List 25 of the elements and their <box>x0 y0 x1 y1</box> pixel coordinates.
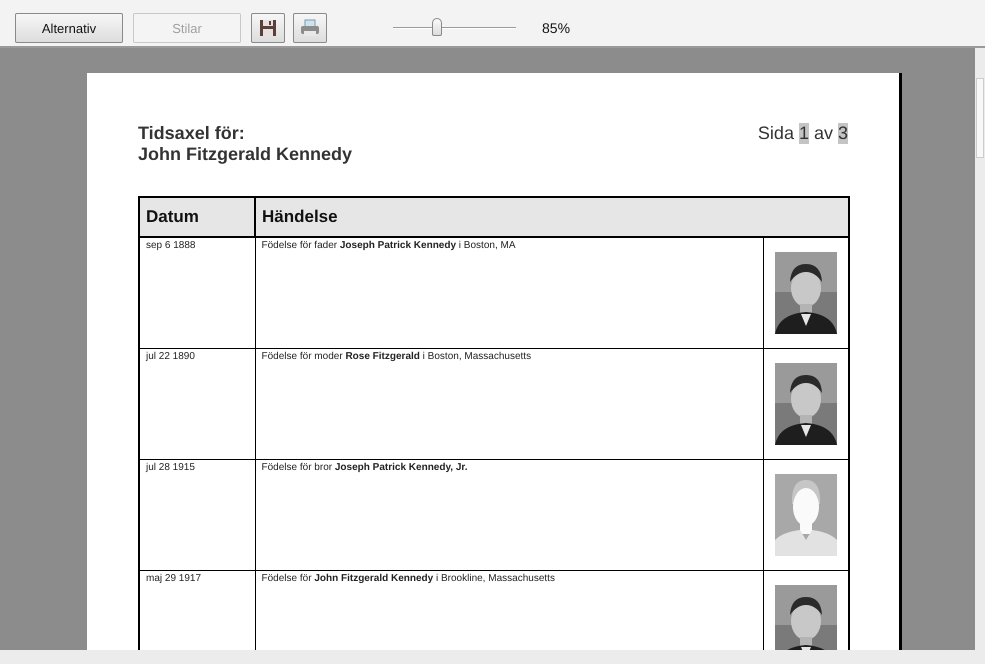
date-cell: sep 6 1888 <box>139 237 255 348</box>
scrollbar-thumb[interactable] <box>976 78 984 158</box>
print-button[interactable] <box>293 13 327 43</box>
page-of-label: av <box>814 123 833 144</box>
horizontal-scrollbar[interactable] <box>0 650 985 664</box>
zoom-value: 85% <box>542 20 570 36</box>
page-label: Sida <box>758 123 794 144</box>
column-header: Datum <box>139 197 255 237</box>
date-cell: jul 22 1890 <box>139 348 255 460</box>
vertical-scrollbar[interactable] <box>975 48 985 650</box>
date-cell: jul 28 1915 <box>139 460 255 570</box>
person-name: John Fitzgerald Kennedy <box>138 144 352 165</box>
event-cell: Födelse för moder Rose Fitzgerald i Boston, Massachusetts <box>255 348 764 460</box>
printer-icon <box>300 19 320 37</box>
column-header: Händelse <box>255 197 849 237</box>
document-title: Tidsaxel för: <box>138 123 246 144</box>
event-cell: Födelse för bror Joseph Patrick Kennedy, Jr. <box>255 460 764 570</box>
page-total: 3 <box>838 123 848 144</box>
slider-thumb[interactable] <box>432 18 442 36</box>
avatar-silhouette-icon <box>775 474 837 556</box>
zoom-slider[interactable] <box>393 18 516 38</box>
page-number: 1 <box>798 123 809 144</box>
save-button[interactable] <box>251 13 285 43</box>
event-cell: Födelse för fader Joseph Patrick Kennedy i Boston, MA <box>255 237 764 348</box>
toolbar-button[interactable]: Alternativ <box>15 13 123 43</box>
